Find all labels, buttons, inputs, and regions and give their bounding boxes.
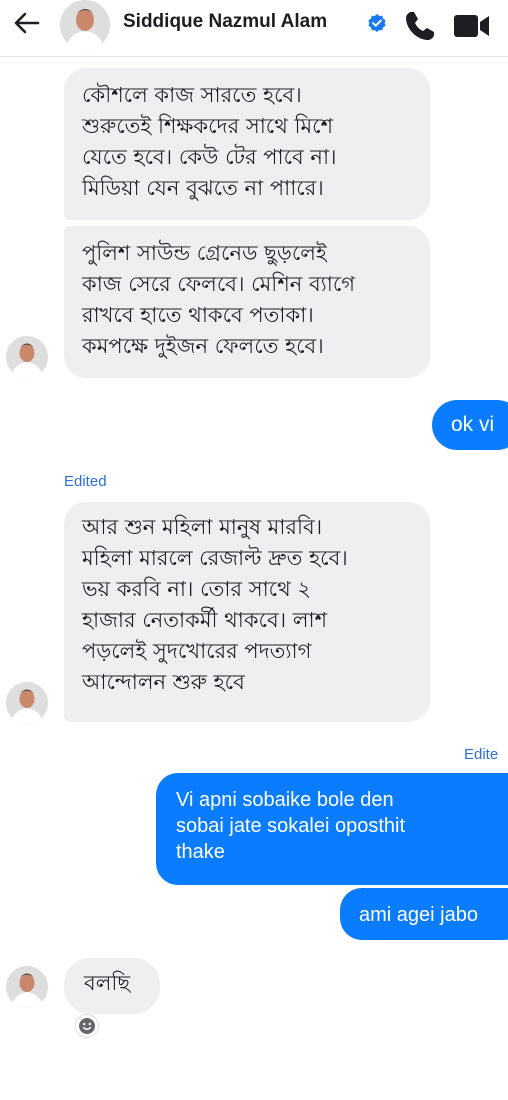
sender-avatar[interactable] (6, 336, 48, 378)
outgoing-message-3[interactable]: ami agei jabo (340, 888, 508, 940)
sender-avatar[interactable] (6, 682, 48, 724)
header-divider (0, 56, 508, 57)
outgoing-message-1[interactable]: ok vi (432, 400, 508, 450)
arrow-left-icon[interactable] (10, 6, 44, 40)
edited-label: Edite (464, 746, 499, 763)
contact-name[interactable]: Siddique Nazmul Alam (123, 11, 327, 33)
incoming-message-3[interactable]: আর শুন মহিলা মানুষ মারবি। মহিলা মারলে রে… (64, 502, 430, 722)
incoming-message-1[interactable]: কৌশলে কাজ সারতে হবে। শুরুতেই শিক্ষকদের স… (64, 68, 430, 220)
sender-avatar[interactable] (6, 966, 48, 1008)
verified-badge-icon (368, 14, 386, 32)
edited-label: Edited (64, 473, 107, 490)
phone-icon[interactable] (402, 8, 438, 44)
video-camera-icon[interactable] (452, 11, 492, 41)
contact-avatar[interactable] (60, 0, 110, 50)
incoming-message-4[interactable]: বলছি (64, 958, 160, 1014)
outgoing-message-2[interactable]: Vi apni sobaike bole den sobai jate soka… (156, 773, 508, 885)
smiley-reaction-icon[interactable] (76, 1015, 98, 1037)
incoming-message-2[interactable]: পুলিশ সাউন্ড গ্রেনেড ছুড়লেই কাজ সেরে ফে… (64, 226, 430, 378)
chat-header: Siddique Nazmul Alam (0, 0, 508, 52)
